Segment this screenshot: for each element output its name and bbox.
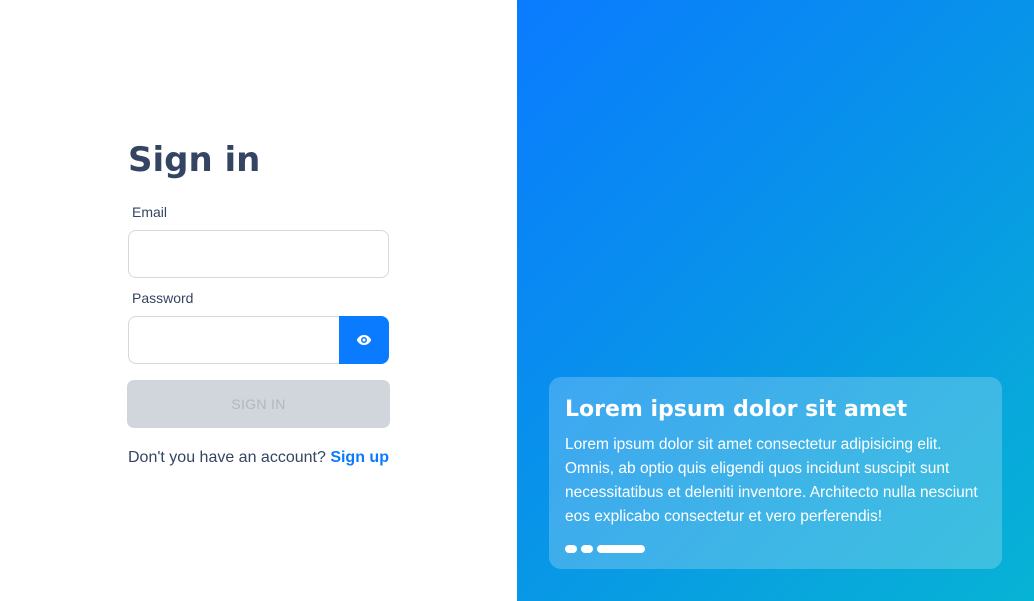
sign-up-link[interactable]: Sign up xyxy=(330,449,389,466)
email-field[interactable] xyxy=(128,230,389,278)
carousel-text: Lorem ipsum dolor sit amet consectetur a… xyxy=(565,436,978,525)
signup-prompt-line: Don't you have an account? Sign up xyxy=(128,448,389,468)
page: Sign in Email Password SIGN IN Don't you… xyxy=(0,0,1034,601)
signin-panel: Sign in Email Password SIGN IN Don't you… xyxy=(0,0,517,601)
carousel-dot-3-active[interactable] xyxy=(597,545,645,553)
signup-prompt: Don't you have an account? xyxy=(128,449,326,466)
promo-panel: Lorem ipsum dolor sit amet Lorem ipsum d… xyxy=(517,0,1034,601)
carousel-indicators xyxy=(565,545,645,553)
carousel-card: Lorem ipsum dolor sit amet Lorem ipsum d… xyxy=(549,377,1002,569)
page-title: Sign in xyxy=(128,140,261,180)
signin-form: Sign in Email Password SIGN IN Don't you… xyxy=(127,140,390,468)
sign-in-button[interactable]: SIGN IN xyxy=(127,380,390,428)
eye-icon xyxy=(356,334,372,346)
carousel-title: Lorem ipsum dolor sit amet xyxy=(565,397,908,422)
carousel-dot-1[interactable] xyxy=(565,545,577,553)
email-label: Email xyxy=(132,204,168,220)
carousel-dot-2[interactable] xyxy=(581,545,593,553)
password-label: Password xyxy=(132,290,194,306)
toggle-password-button[interactable] xyxy=(339,316,389,364)
password-row xyxy=(128,316,389,364)
password-field[interactable] xyxy=(128,316,339,364)
